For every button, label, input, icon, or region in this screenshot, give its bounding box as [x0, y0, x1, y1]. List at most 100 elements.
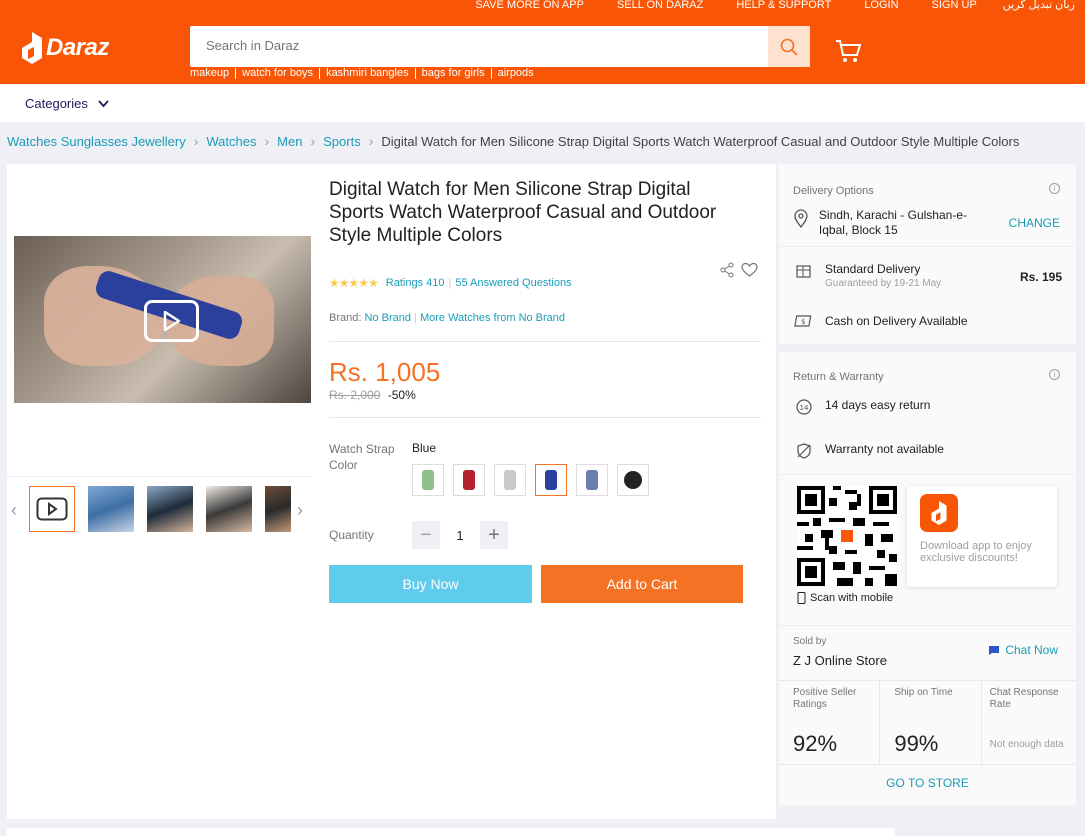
app-promo-card[interactable]: Download app to enjoy exclusive discount… — [907, 486, 1057, 587]
breadcrumb-current: Digital Watch for Men Silicone Strap Dig… — [381, 133, 1020, 149]
search-button[interactable] — [768, 26, 810, 67]
suggestion-link[interactable]: makeup — [190, 68, 235, 79]
brand-line: Brand: No Brand | More Watches from No B… — [329, 312, 565, 324]
stat-value: 99% — [894, 731, 939, 756]
categories-menu[interactable]: Categories — [25, 96, 109, 111]
cod-option: $ Cash on Delivery Available — [793, 314, 968, 330]
swatch-red[interactable] — [453, 464, 485, 496]
original-price: Rs. 2,000 — [329, 388, 381, 402]
chat-now-button[interactable]: Chat Now — [988, 643, 1058, 657]
qr-code — [797, 486, 897, 586]
thumbnail-strip: ‹ › — [7, 484, 311, 534]
delivery-location: Sindh, Karachi - Gulshan-e-Iqbal, Block … — [793, 208, 983, 238]
app-promo-text: Download app to enjoy exclusive discount… — [920, 540, 1032, 564]
buy-now-button[interactable]: Buy Now — [329, 565, 532, 603]
top-link-help[interactable]: HELP & SUPPORT — [736, 0, 831, 11]
sold-by-label: Sold by — [793, 636, 827, 647]
decrement-button[interactable]: − — [412, 521, 440, 549]
swatch-green[interactable] — [412, 464, 444, 496]
brand-link[interactable]: No Brand — [364, 312, 410, 324]
quantity-stepper: − 1 + — [412, 521, 508, 549]
swatch-black[interactable] — [617, 464, 649, 496]
chat-now-label: Chat Now — [1005, 643, 1058, 657]
stat-positive-ratings: Positive Seller Ratings 92% — [779, 681, 881, 764]
more-from-brand-link[interactable]: More Watches from No Brand — [420, 312, 565, 324]
thumbnail-image[interactable] — [147, 486, 193, 532]
search-input[interactable] — [206, 38, 746, 53]
logo-text: Daraz — [46, 34, 109, 61]
thumbnail-image[interactable] — [88, 486, 134, 532]
chevron-right-icon: › — [264, 133, 270, 149]
chat-icon — [989, 645, 1000, 655]
quantity-value[interactable]: 1 — [440, 528, 480, 543]
thumbnail-video[interactable] — [29, 486, 75, 532]
original-price-line: Rs. 2,000 -50% — [329, 388, 416, 402]
change-location-link[interactable]: CHANGE — [1009, 216, 1060, 230]
product-card: ‹ › Digital Watch for Men Silicone Strap… — [7, 164, 776, 819]
seller-name[interactable]: Z J Online Store — [793, 653, 887, 668]
separator: | — [448, 277, 452, 289]
top-link-login[interactable]: LOGIN — [864, 0, 898, 11]
product-price: Rs. 1,005 — [329, 357, 441, 387]
stat-chat-response: Chat Response Rate Not enough data — [982, 681, 1076, 764]
product-title: Digital Watch for Men Silicone Strap Dig… — [329, 179, 717, 246]
thumbnail-image[interactable] — [265, 486, 291, 532]
breadcrumb-link[interactable]: Sports — [323, 134, 361, 149]
breadcrumb-link[interactable]: Watches Sunglasses Jewellery — [7, 134, 186, 149]
brand-label: Brand: — [329, 312, 362, 324]
stat-label: Ship on Time — [894, 687, 953, 698]
return-14-icon: 14 — [796, 399, 812, 415]
share-icon[interactable] — [719, 262, 735, 278]
cod-text: Cash on Delivery Available — [825, 314, 968, 328]
daraz-logo[interactable]: Daraz — [22, 32, 109, 64]
categories-label: Categories — [25, 96, 88, 111]
suggestion-link[interactable]: airpods — [490, 68, 540, 79]
increment-button[interactable]: + — [480, 521, 508, 549]
heart-icon[interactable] — [741, 262, 758, 278]
next-section-edge — [7, 828, 895, 836]
product-video[interactable] — [14, 236, 311, 403]
share-actions — [719, 262, 758, 278]
side-panel: Delivery Options i Sindh, Karachi - Guls… — [779, 164, 1076, 805]
ratings-link[interactable]: Ratings 410 — [386, 277, 445, 289]
scan-hint: Scan with mobile — [797, 592, 893, 604]
thumbnail-image[interactable] — [206, 486, 252, 532]
mobile-icon — [797, 592, 806, 604]
swatch-multi[interactable] — [576, 464, 608, 496]
suggestion-link[interactable]: kashmiri bangles — [319, 68, 415, 79]
variant-label: Watch Strap Color — [329, 442, 395, 472]
suggestion-link[interactable]: watch for boys — [235, 68, 319, 79]
top-link-language[interactable]: زبان تبدیل کریں — [1003, 0, 1075, 11]
divider — [779, 474, 1076, 475]
daraz-logo-icon — [22, 32, 42, 64]
cart-icon[interactable] — [834, 38, 862, 64]
swatch-white[interactable] — [494, 464, 526, 496]
suggestion-link[interactable]: bags for girls — [414, 68, 491, 79]
svg-text:14: 14 — [800, 404, 809, 412]
divider — [329, 341, 761, 342]
standard-delivery: Standard Delivery Guaranteed by 19-21 Ma… — [793, 262, 941, 289]
swatch-blue[interactable] — [535, 464, 567, 496]
info-icon[interactable]: i — [1049, 183, 1060, 194]
top-link-signup[interactable]: SIGN UP — [932, 0, 977, 11]
video-thumb-icon — [36, 497, 68, 521]
chevron-right-icon[interactable]: › — [297, 500, 303, 521]
cash-icon: $ — [794, 315, 812, 327]
top-links: SAVE MORE ON APP SELL ON DARAZ HELP & SU… — [442, 0, 1075, 11]
breadcrumb-link[interactable]: Watches — [206, 134, 256, 149]
top-link-app[interactable]: SAVE MORE ON APP — [475, 0, 584, 11]
info-icon[interactable]: i — [1049, 369, 1060, 380]
add-to-cart-button[interactable]: Add to Cart — [541, 565, 743, 603]
star-rating-icon: ★★★★★ — [329, 276, 379, 290]
breadcrumb-link[interactable]: Men — [277, 134, 302, 149]
play-icon[interactable] — [144, 300, 199, 342]
answered-questions-link[interactable]: 55 Answered Questions — [455, 277, 571, 289]
go-to-store-link[interactable]: GO TO STORE — [779, 776, 1076, 790]
top-link-sell[interactable]: SELL ON DARAZ — [617, 0, 703, 11]
category-bar: Categories — [0, 84, 1085, 122]
stat-ship-on-time: Ship on Time 99% — [880, 681, 982, 764]
return-text: 14 days easy return — [825, 398, 931, 412]
chevron-left-icon[interactable]: ‹ — [11, 500, 17, 521]
divider — [779, 246, 1076, 247]
search-bar — [190, 26, 810, 67]
